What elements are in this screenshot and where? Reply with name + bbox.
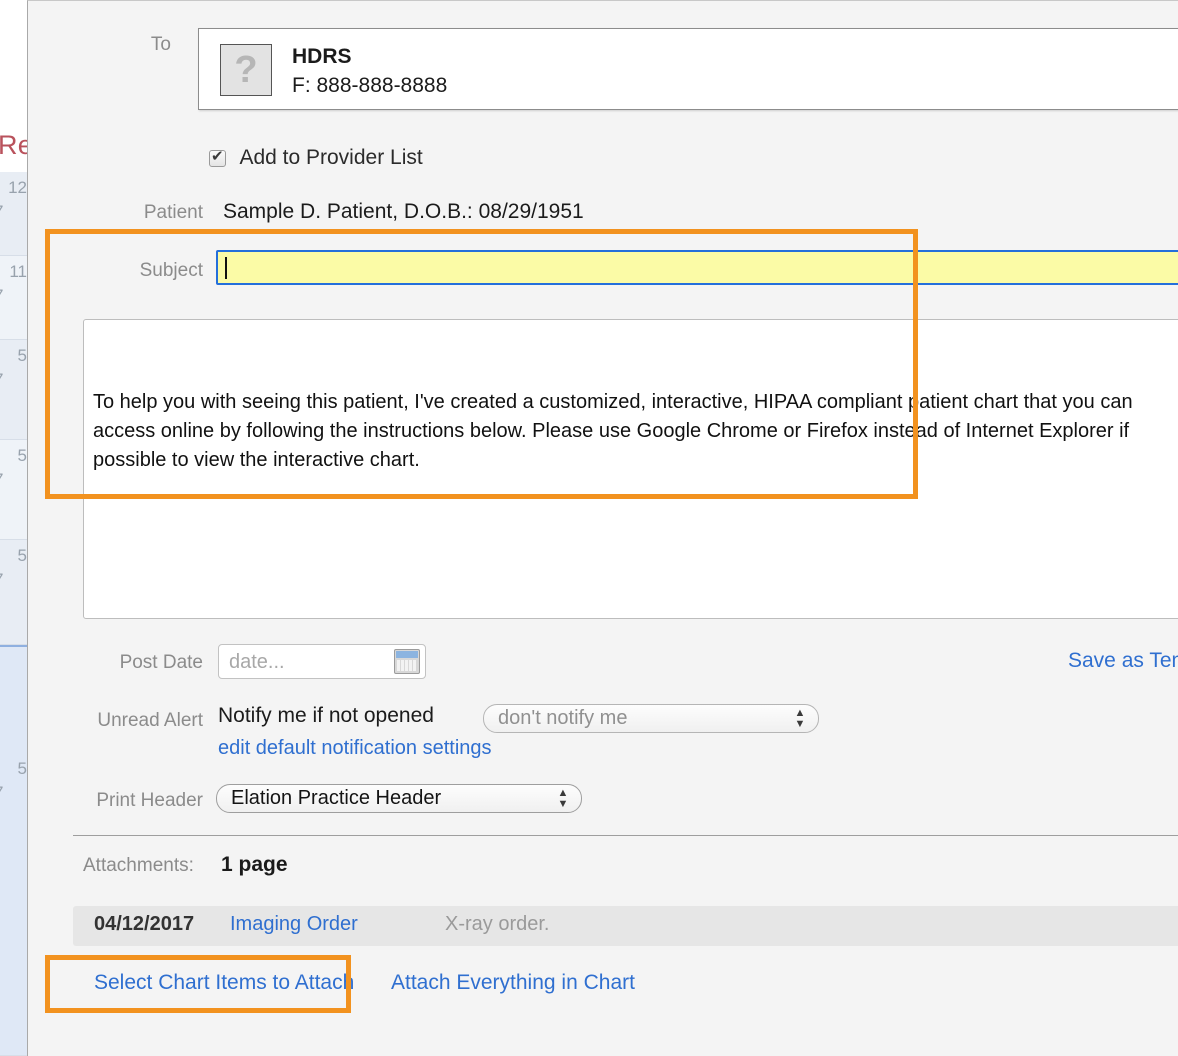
recipient-fax: F: 888-888-8888 [292,74,448,97]
patient-label: Patient [143,202,203,223]
unread-alert-label: Unread Alert [97,710,203,731]
compose-message-modal: To ? HDRS F: 888-888-8888 Add to Provide… [27,0,1178,1056]
list-item-number: 5 [17,446,27,465]
list-item-selected[interactable]: 5 7 [0,645,28,1056]
unread-alert-select-value: don't notify me [498,707,628,729]
recipient-name: HDRS [292,45,352,68]
post-date-placeholder: date... [229,651,285,673]
subject-input[interactable] [216,250,1178,285]
attachments-label: Attachments: [83,855,194,876]
message-body-line: To help you with seeing this patient, I'… [93,391,1133,413]
attachments-count: 1 page [221,853,288,876]
list-item-number: 5 [17,759,27,778]
attach-everything-link[interactable]: Attach Everything in Chart [391,971,635,995]
list-item[interactable]: 12 7 [0,172,28,256]
list-item[interactable]: 5 7 [0,540,28,645]
calendar-icon[interactable] [394,649,420,674]
print-header-label: Print Header [96,790,203,811]
list-item-date: 7 [0,286,3,306]
chevron-updown-icon: ▲ ▼ [557,787,569,810]
unread-alert-text: Notify me if not opened [218,704,434,727]
message-body-line: possible to view the interactive chart. [93,449,420,471]
message-body-textarea[interactable]: To help you with seeing this patient, I'… [83,319,1178,619]
attachment-description: X-ray order. [445,913,550,935]
post-date-label: Post Date [119,652,203,673]
print-header-select-value: Elation Practice Header [231,787,442,809]
list-item[interactable]: 5 7 [0,440,28,540]
list-item-date: 7 [0,370,3,390]
add-to-provider-list-checkbox[interactable] [209,147,226,167]
unread-alert-select[interactable]: don't notify me ▲ ▼ [483,704,819,733]
add-to-provider-list-label: Add to Provider List [239,146,423,169]
list-item-date: 7 [0,202,3,222]
save-as-template-link[interactable]: Save as Template [1068,649,1178,673]
select-chart-items-link[interactable]: Select Chart Items to Attach [94,971,354,995]
background-list-header: Re hro [0,62,28,229]
list-item-date: 7 [0,783,3,803]
patient-value: Sample D. Patient, D.O.B.: 08/29/1951 [223,200,584,223]
message-body-line: access online by following the instructi… [93,420,1130,442]
post-date-input[interactable]: date... [218,644,426,679]
add-to-provider-list-row[interactable]: Add to Provider List [209,146,423,170]
recipient-field[interactable]: ? HDRS F: 888-888-8888 [198,28,1178,110]
list-item-date: 7 [0,470,3,490]
screen: Re hro 12 7 11 7 5 7 5 7 5 7 5 7 [0,0,1178,1056]
list-item-number: 5 [17,546,27,565]
list-item-number: 5 [17,346,27,365]
edit-notification-settings-link[interactable]: edit default notification settings [218,737,492,760]
list-item-number: 12 [8,178,27,197]
list-item[interactable]: 5 7 [0,340,28,440]
chevron-updown-icon: ▲ ▼ [794,707,806,730]
print-header-select[interactable]: Elation Practice Header ▲ ▼ [216,784,582,813]
subject-label: Subject [139,260,203,281]
background-chart-list: Re hro 12 7 11 7 5 7 5 7 5 7 5 7 [0,0,28,1056]
list-item[interactable]: 11 7 [0,256,28,340]
background-list-title: Re [0,130,28,160]
attachment-date: 04/12/2017 [94,913,195,935]
attachment-row[interactable]: 04/12/2017 Imaging Order X-ray order. [73,906,1178,946]
to-label: To [150,34,171,55]
list-item-date: 7 [0,570,3,590]
section-divider [73,835,1178,836]
text-caret [225,257,227,279]
attachment-type-link[interactable]: Imaging Order [230,913,358,936]
list-item-number: 11 [9,262,27,281]
avatar-placeholder-icon: ? [220,44,272,96]
